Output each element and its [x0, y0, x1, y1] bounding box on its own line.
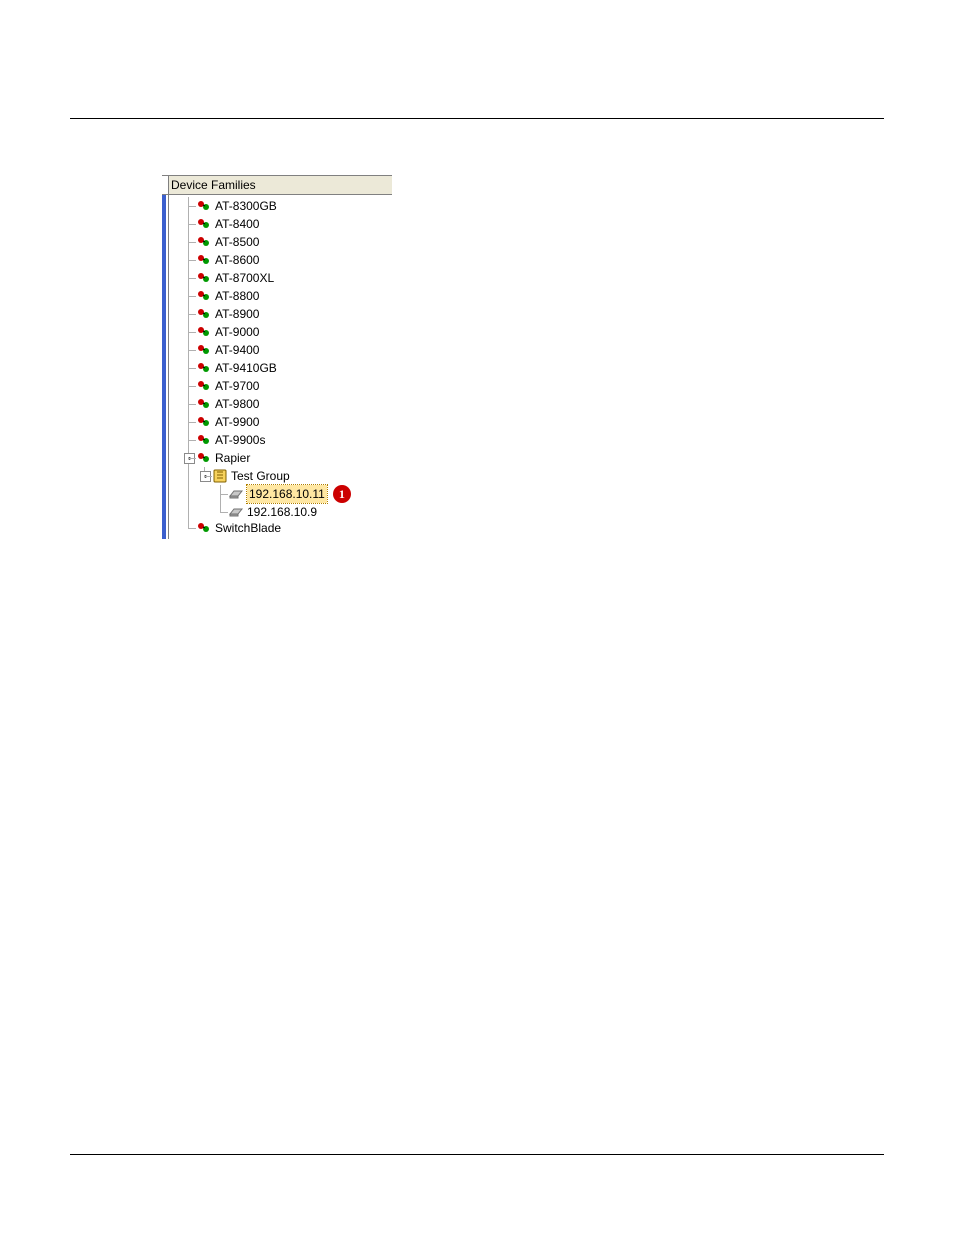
panel-header: Device Families	[162, 175, 392, 195]
family-icon	[196, 360, 212, 376]
tree-node-device[interactable]: 192.168.10.9	[180, 503, 392, 521]
tree-node-label: AT-8400	[215, 215, 259, 233]
tree-node-label: AT-8300GB	[215, 197, 277, 215]
tree-node-label: SwitchBlade	[215, 521, 281, 535]
tree-node-label: AT-9900s	[215, 431, 265, 449]
family-icon	[196, 270, 212, 286]
tree-node-family[interactable]: AT-9700	[180, 377, 392, 395]
family-icon	[196, 342, 212, 358]
tree-node-family[interactable]: AT-8900	[180, 305, 392, 323]
tree-node-family[interactable]: AT-8800	[180, 287, 392, 305]
tree-node-family[interactable]: AT-8500	[180, 233, 392, 251]
tree-node-label: AT-9900	[215, 413, 259, 431]
family-icon	[196, 521, 212, 535]
tree-node-family[interactable]: AT-9900s	[180, 431, 392, 449]
family-icon	[196, 450, 212, 466]
tree-node-label: AT-8800	[215, 287, 259, 305]
tree-node-family[interactable]: AT-8600	[180, 251, 392, 269]
family-icon	[196, 288, 212, 304]
callout-badge: 1	[333, 485, 351, 503]
tree-node-family[interactable]: AT-9410GB	[180, 359, 392, 377]
tree-node-family[interactable]: AT-9800	[180, 395, 392, 413]
tree-node-test-group[interactable]: Test Group	[180, 467, 392, 485]
tree-node-device[interactable]: 192.168.10.11 1	[180, 485, 392, 503]
tree-node-label: AT-9800	[215, 395, 259, 413]
tree-node-label: 192.168.10.11	[247, 485, 327, 503]
family-icon	[196, 306, 212, 322]
tree-node-label: AT-9410GB	[215, 359, 277, 377]
tree-node-label: AT-9700	[215, 377, 259, 395]
family-icon	[196, 378, 212, 394]
family-icon	[196, 396, 212, 412]
tree-node-family[interactable]: AT-9000	[180, 323, 392, 341]
device-icon	[228, 504, 244, 520]
family-icon	[196, 234, 212, 250]
bottom-rule	[70, 1154, 884, 1155]
tree-node-family[interactable]: AT-8300GB	[180, 197, 392, 215]
tree-node-family[interactable]: AT-8700XL	[180, 269, 392, 287]
tree-node-label: Rapier	[215, 449, 250, 467]
tree-node-family[interactable]: AT-8400	[180, 215, 392, 233]
collapse-toggle-icon[interactable]	[184, 453, 195, 464]
tree-node-label: AT-8700XL	[215, 269, 274, 287]
figure: Device Families AT-8300GB AT-8400	[162, 175, 954, 539]
group-icon	[212, 468, 228, 484]
tree-node-label: AT-8500	[215, 233, 259, 251]
tree-node-label: AT-9000	[215, 323, 259, 341]
tree-node-label: 192.168.10.9	[247, 503, 317, 521]
family-icon	[196, 198, 212, 214]
family-icon	[196, 216, 212, 232]
tree-node-rapier[interactable]: Rapier	[180, 449, 392, 467]
tree-node-label: AT-9400	[215, 341, 259, 359]
tree-node-family[interactable]: AT-9400	[180, 341, 392, 359]
top-rule	[70, 118, 884, 119]
tree-node-label: AT-8600	[215, 251, 259, 269]
tree-node-family[interactable]: AT-9900	[180, 413, 392, 431]
tree-node-label: AT-8900	[215, 305, 259, 323]
family-icon	[196, 414, 212, 430]
device-icon	[228, 486, 244, 502]
tree-node-family[interactable]: SwitchBlade	[180, 521, 392, 535]
device-families-panel: Device Families AT-8300GB AT-8400	[162, 175, 392, 539]
family-icon	[196, 432, 212, 448]
tree-node-label: Test Group	[231, 467, 290, 485]
family-icon	[196, 324, 212, 340]
panel-title: Device Families	[169, 178, 256, 192]
collapse-toggle-icon[interactable]	[200, 471, 211, 482]
device-tree[interactable]: AT-8300GB AT-8400 AT-8500 AT-8600	[162, 195, 392, 539]
family-icon	[196, 252, 212, 268]
